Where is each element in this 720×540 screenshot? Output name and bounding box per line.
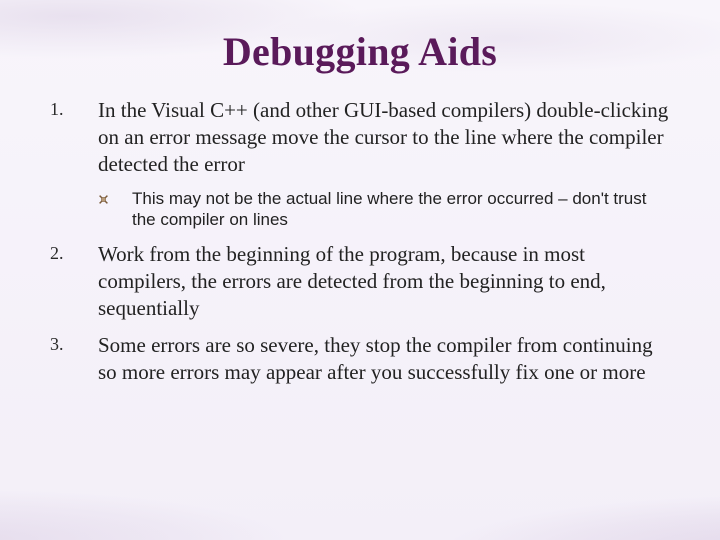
sub-item: This may not be the actual line where th… <box>98 188 670 232</box>
sub-item-text: This may not be the actual line where th… <box>132 188 670 232</box>
item-number: 2. <box>50 241 98 322</box>
bullet-icon <box>98 188 132 232</box>
list-item: 2. Work from the beginning of the progra… <box>50 241 670 322</box>
item-text: Some errors are so severe, they stop the… <box>98 332 670 386</box>
numbered-list: 1. In the Visual C++ (and other GUI-base… <box>50 97 670 386</box>
item-number: 3. <box>50 332 98 386</box>
list-item: 1. In the Visual C++ (and other GUI-base… <box>50 97 670 178</box>
item-number: 1. <box>50 97 98 178</box>
slide: Debugging Aids 1. In the Visual C++ (and… <box>0 0 720 540</box>
list-item: 3. Some errors are so severe, they stop … <box>50 332 670 386</box>
item-text: Work from the beginning of the program, … <box>98 241 670 322</box>
item-text: In the Visual C++ (and other GUI-based c… <box>98 97 670 178</box>
slide-title: Debugging Aids <box>50 28 670 75</box>
